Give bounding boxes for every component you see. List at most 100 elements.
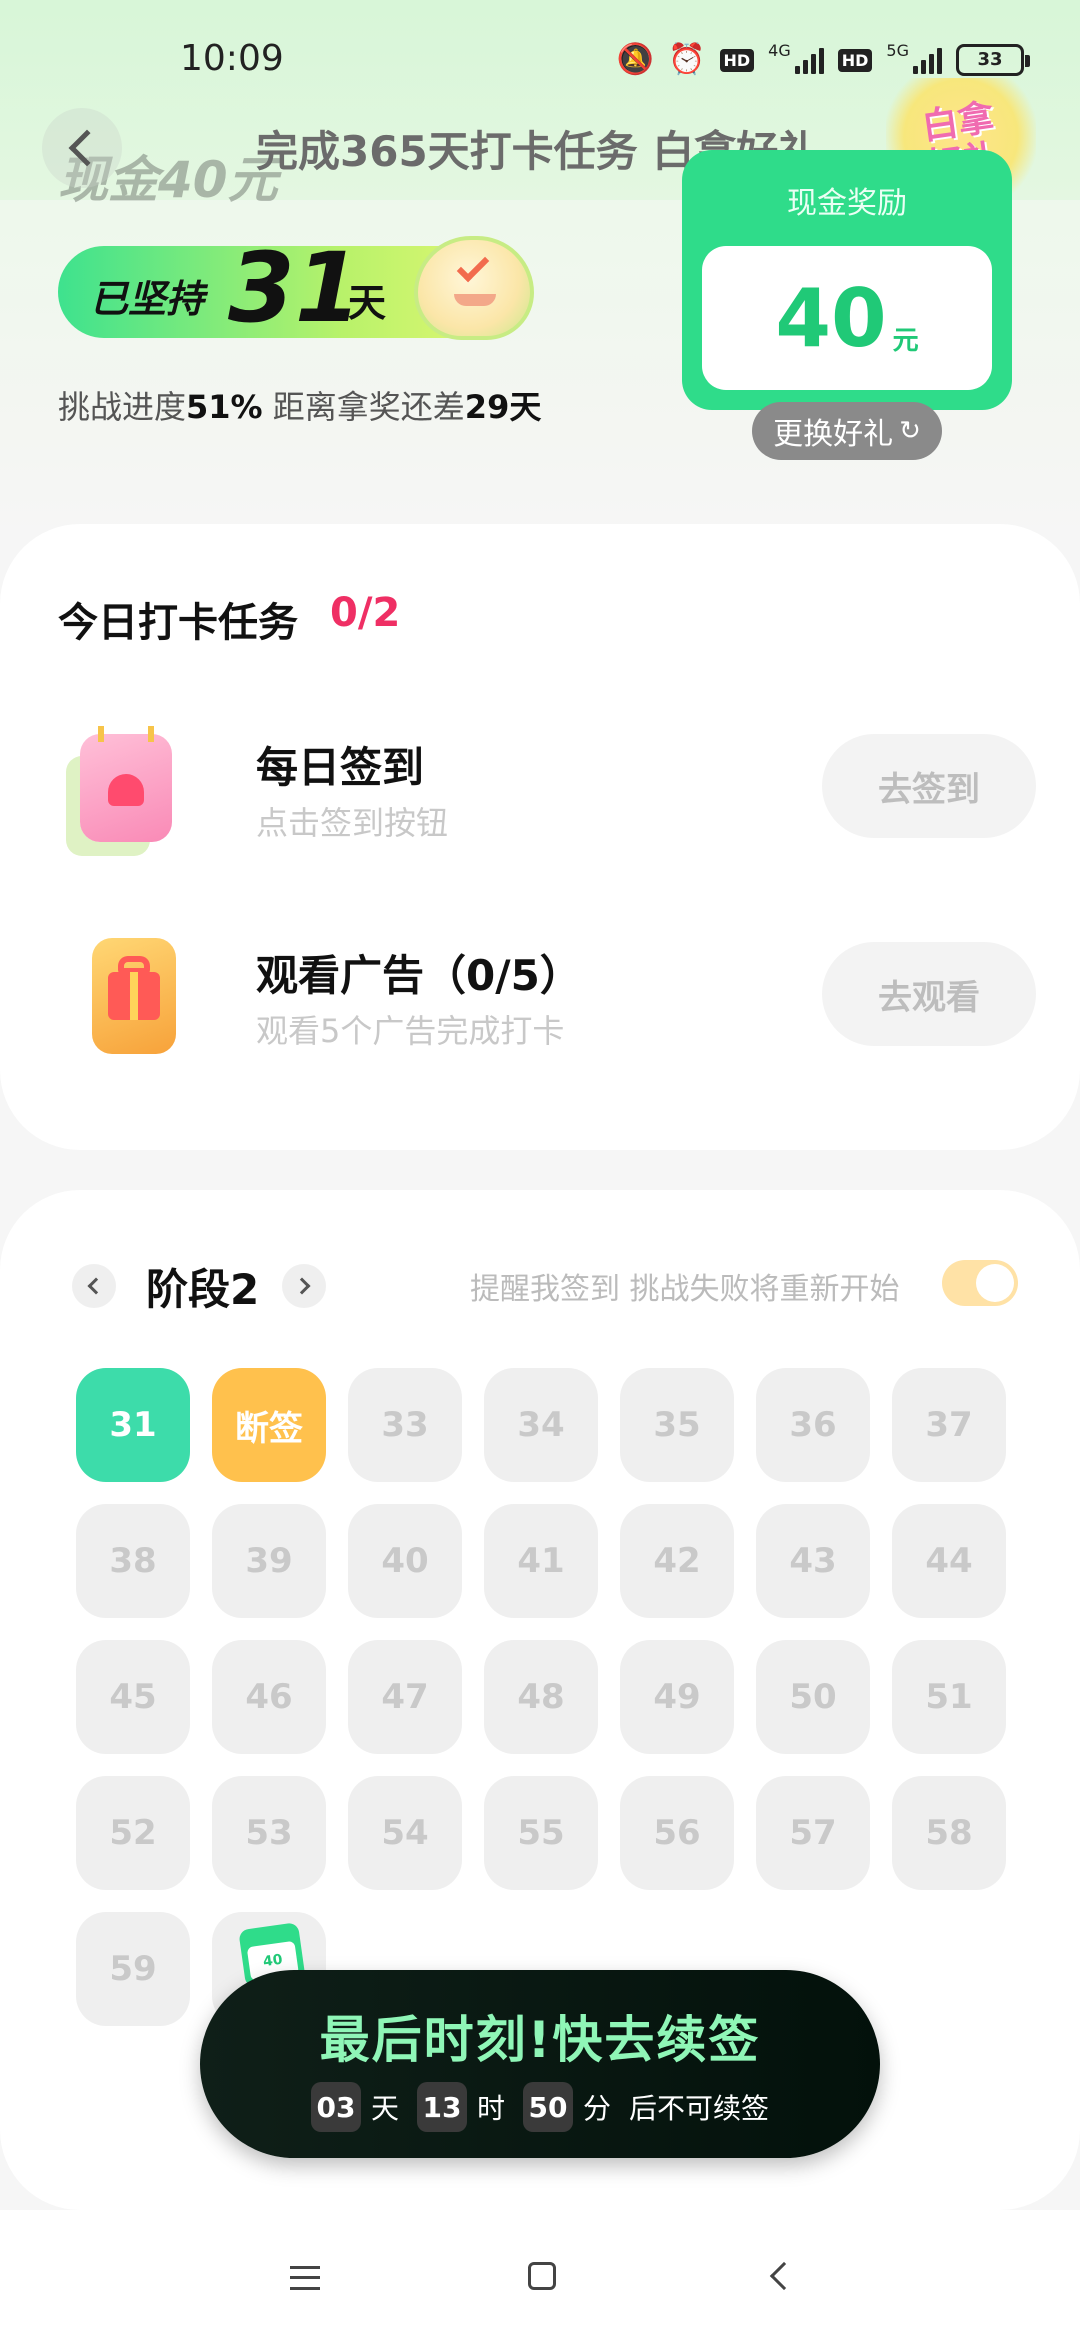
mascot-icon xyxy=(414,236,534,340)
progress-line: 挑战进度51% 距离拿奖还差29天 xyxy=(58,382,541,428)
progress-label: 挑战进度 xyxy=(58,388,187,426)
task-row-checkin: 每日签到 点击签到按钮 去签到 xyxy=(0,724,1080,874)
task-name: 每日签到 xyxy=(256,743,425,792)
day-cell: 50 xyxy=(756,1640,870,1754)
task-row-ads: 观看广告（0/5） 观看5个广告完成打卡 去观看 xyxy=(0,932,1080,1082)
tasks-heading: 今日打卡任务 xyxy=(58,600,298,646)
reward-card-title: 现金奖励 xyxy=(787,186,907,221)
hd-badge-2: HD xyxy=(837,48,873,72)
day-cell: 45 xyxy=(76,1640,190,1754)
day-cell: 51 xyxy=(892,1640,1006,1754)
remaining-days: 29天 xyxy=(464,388,542,426)
countdown-row: 03 天 13 时 50 分 后不可续签 xyxy=(200,2082,880,2132)
checkin-button[interactable]: 去签到 xyxy=(822,734,1036,838)
day-cell: 43 xyxy=(756,1504,870,1618)
menu-icon[interactable] xyxy=(290,2266,320,2290)
day-cell: 37 xyxy=(892,1368,1006,1482)
mute-bell-icon: 🔕 xyxy=(616,42,655,77)
alarm-icon: ⏰ xyxy=(668,42,706,77)
task-name: 观看广告（0/5） xyxy=(256,951,582,1000)
countdown-hours-unit: 时 xyxy=(476,2092,505,2125)
task-desc: 观看5个广告完成打卡 xyxy=(256,1012,565,1050)
day-cell: 42 xyxy=(620,1504,734,1618)
phone-body xyxy=(92,938,176,1054)
network-type-2: 5G xyxy=(886,40,909,60)
checkin-page: 10:09 🔕 ⏰ HD 4G HD 5G 33 现金40元 完成365天打卡任… xyxy=(0,0,1080,2340)
remind-toggle[interactable] xyxy=(942,1260,1018,1306)
calendar-body xyxy=(80,726,172,842)
countdown-minutes-unit: 分 xyxy=(583,2092,612,2125)
reward-amount: 40 xyxy=(775,271,887,365)
signal-icon xyxy=(794,46,824,74)
day-cell: 49 xyxy=(620,1640,734,1754)
streak-suffix: 天 xyxy=(348,281,387,325)
countdown-hours: 13 xyxy=(416,2082,467,2132)
next-stage-button[interactable] xyxy=(282,1264,326,1308)
chevron-left-icon xyxy=(87,1277,105,1295)
progress-middle: 距离拿奖还差 xyxy=(262,388,465,426)
back-button[interactable] xyxy=(42,108,122,188)
prev-stage-button[interactable] xyxy=(72,1264,116,1308)
reward-unit: 元 xyxy=(892,325,919,356)
day-cell: 53 xyxy=(212,1776,326,1890)
day-cell: 35 xyxy=(620,1368,734,1482)
day-cell: 59 xyxy=(76,1912,190,2026)
progress-percent: 51% xyxy=(186,388,263,426)
mascot-mouth xyxy=(454,294,496,306)
day-cell: 31 xyxy=(76,1368,190,1482)
heart-shape xyxy=(108,774,144,806)
toggle-knob xyxy=(976,1264,1014,1302)
day-cell: 34 xyxy=(484,1368,598,1482)
reward-card-inner: 40 元 xyxy=(702,246,992,390)
renew-countdown-banner[interactable]: 最后时刻!快去续签 03 天 13 时 50 分 后不可续签 xyxy=(200,1970,880,2158)
day-cell: 39 xyxy=(212,1504,326,1618)
swap-gift-label: 更换好礼 xyxy=(773,417,894,452)
task-desc: 点击签到按钮 xyxy=(256,804,449,842)
day-cell: 52 xyxy=(76,1776,190,1890)
day-cell: 46 xyxy=(212,1640,326,1754)
watch-ads-button[interactable]: 去观看 xyxy=(822,942,1036,1046)
network-type: 4G xyxy=(768,40,791,60)
daily-tasks-card: 今日打卡任务 0/2 每日签到 点击签到按钮 去签到 观看广告（0/5） 观看5… xyxy=(0,524,1080,1150)
system-nav-bar xyxy=(0,2210,1080,2340)
day-cell: 56 xyxy=(620,1776,734,1890)
gift-phone-icon xyxy=(70,932,190,1062)
day-cell: 57 xyxy=(756,1776,870,1890)
day-cell: 54 xyxy=(348,1776,462,1890)
check-icon xyxy=(456,249,490,283)
reward-card[interactable]: 现金奖励 40 元 xyxy=(682,150,1012,410)
countdown-title: 最后时刻!快去续签 xyxy=(319,2011,761,2069)
home-icon[interactable] xyxy=(528,2262,556,2290)
streak-prefix: 已坚持 xyxy=(90,277,205,321)
chevron-left-icon xyxy=(68,129,106,167)
day-cell: 44 xyxy=(892,1504,1006,1618)
streak-days: 31 xyxy=(228,232,362,344)
chevron-right-icon xyxy=(293,1277,311,1295)
calendar-rings xyxy=(98,726,154,742)
calendar-heart-icon xyxy=(70,724,190,854)
hd-badge: HD xyxy=(719,48,755,72)
countdown-minutes: 50 xyxy=(523,2082,573,2132)
swap-gift-button[interactable]: 更换好礼 ↻ xyxy=(752,402,942,460)
day-cell: 55 xyxy=(484,1776,598,1890)
day-cell: 47 xyxy=(348,1640,462,1754)
status-time: 10:09 xyxy=(180,38,284,79)
stage-title: 阶段2 xyxy=(146,1265,260,1314)
gift-ribbon xyxy=(130,972,138,1020)
back-icon[interactable] xyxy=(769,2261,799,2291)
remind-text: 提醒我签到 挑战失败将重新开始 xyxy=(470,1272,900,1307)
day-cell: 38 xyxy=(76,1504,190,1618)
countdown-tail: 后不可续签 xyxy=(629,2092,770,2125)
countdown-days-unit: 天 xyxy=(370,2092,399,2125)
day-cell: 33 xyxy=(348,1368,462,1482)
countdown-days: 03 xyxy=(310,2082,361,2132)
day-cell: 48 xyxy=(484,1640,598,1754)
status-icons: 🔕 ⏰ HD 4G HD 5G 33 xyxy=(616,40,1030,80)
day-cell: 41 xyxy=(484,1504,598,1618)
day-cell[interactable]: 断签 xyxy=(212,1368,326,1482)
day-cell: 58 xyxy=(892,1776,1006,1890)
day-cell: 36 xyxy=(756,1368,870,1482)
signal-icon-2 xyxy=(913,46,942,74)
day-cell: 40 xyxy=(348,1504,462,1618)
battery-icon: 33 xyxy=(956,44,1030,76)
